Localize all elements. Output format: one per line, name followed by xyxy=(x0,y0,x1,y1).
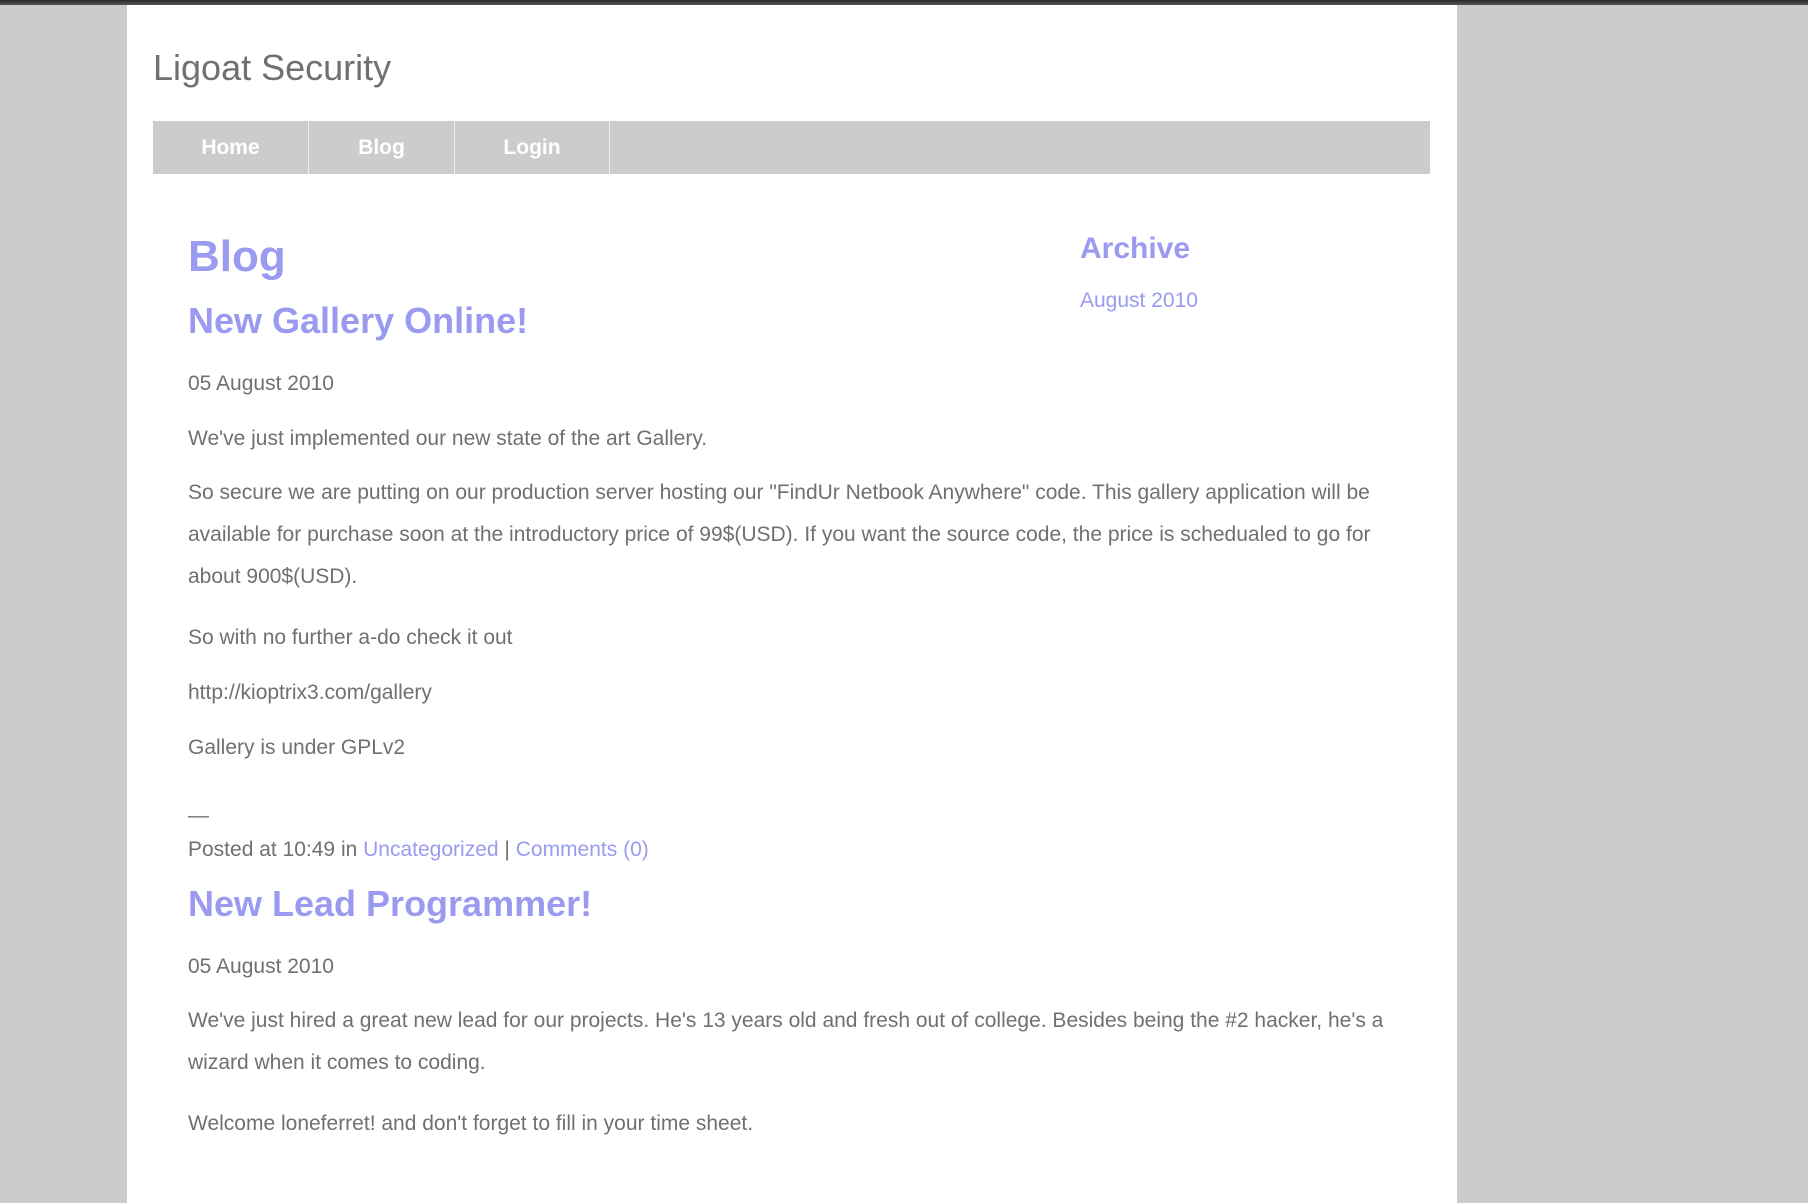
post-paragraph: So secure we are putting on our producti… xyxy=(188,481,1371,588)
post-meta-prefix: Posted at 10:49 in xyxy=(188,838,358,861)
site-title: Ligoat Security xyxy=(153,47,392,88)
post-paragraph: Gallery is under GPLv2 xyxy=(188,736,406,759)
blog-post: New Gallery Online! 05 August 2010 We've… xyxy=(188,297,1457,865)
nav-item-login[interactable]: Login xyxy=(455,121,610,174)
main-nav: Home Blog Login xyxy=(153,121,1430,174)
post-title-text[interactable]: New Lead Programmer! xyxy=(188,883,592,924)
category-link[interactable]: Uncategorized xyxy=(363,838,498,861)
post-paragraph: We've just hired a great new lead for ou… xyxy=(188,1009,1384,1074)
post-paragraph: We've just implemented our new state of … xyxy=(188,427,708,450)
post-paragraph: http://kioptrix3.com/gallery xyxy=(188,681,432,704)
post-date: 05 August 2010 xyxy=(188,955,334,978)
comments-link[interactable]: Comments (0) xyxy=(516,838,649,861)
post-separator: — xyxy=(188,804,209,827)
sidebar: Archive August 2010 xyxy=(1080,229,1410,313)
archive-link-august-2010[interactable]: August 2010 xyxy=(1080,289,1410,313)
archive-heading: Archive xyxy=(1080,232,1191,265)
post-date: 05 August 2010 xyxy=(188,372,334,395)
page-container: Ligoat Security Home Blog Login Blog New… xyxy=(127,5,1457,1203)
post-meta-divider: | xyxy=(504,838,510,861)
post-paragraph: Welcome loneferret! and don't forget to … xyxy=(188,1112,754,1135)
post-paragraph: So with no further a-do check it out xyxy=(188,626,513,649)
post-title-text[interactable]: New Gallery Online! xyxy=(188,300,528,341)
post-body: We've just implemented our new state of … xyxy=(188,424,1457,763)
post-meta: Posted at 10:49 in Uncategorized | Comme… xyxy=(188,835,1457,865)
nav-item-home[interactable]: Home xyxy=(153,121,309,174)
main-content: Blog New Gallery Online! 05 August 2010 … xyxy=(188,227,1457,1139)
nav-item-blog[interactable]: Blog xyxy=(309,121,455,174)
post-title[interactable]: New Lead Programmer! xyxy=(188,880,1457,928)
blog-post: New Lead Programmer! 05 August 2010 We'v… xyxy=(188,880,1457,1139)
post-body: We've just hired a great new lead for ou… xyxy=(188,1000,1457,1139)
